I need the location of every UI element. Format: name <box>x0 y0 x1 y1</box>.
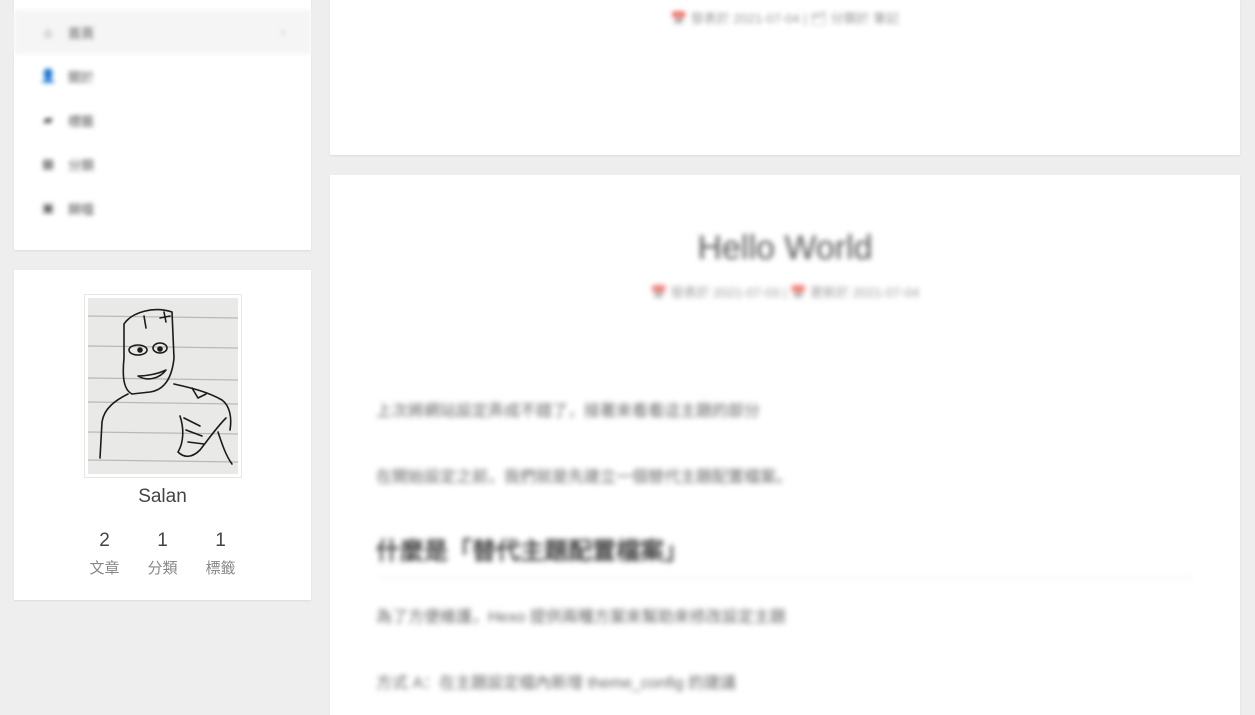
menu-item-about[interactable]: 👤 關於 <box>14 54 311 98</box>
stat-tags[interactable]: 1 標籤 <box>201 530 241 578</box>
menu-item-label: 關於 <box>68 69 95 85</box>
archive-icon: ▣ <box>41 200 55 215</box>
stat-categories[interactable]: 1 分類 <box>143 530 183 578</box>
user-icon: 👤 <box>40 68 57 83</box>
menu-item-categories[interactable]: ▦ 分類 <box>14 142 311 186</box>
author-stats: 2 文章 1 分類 1 標籤 <box>14 530 311 578</box>
stat-label: 文章 <box>89 559 120 577</box>
avatar-drawing <box>87 298 238 474</box>
post-paragraph: 上次將網站設定弄成不錯了，接著來看看這主題的部分 <box>376 403 761 420</box>
post-card-previous: 📅 發表於 2021-07-04 | 🗂 分類於 筆記 <box>330 0 1240 155</box>
menu-item-tags[interactable]: ▰ 標籤 <box>14 98 311 142</box>
menu-item-home[interactable]: ⌂ 首頁 › <box>14 10 311 54</box>
post-meta: 📅 發表於 2021-07-04 | 🗂 分類於 筆記 <box>670 11 900 26</box>
author-card: Salan 2 文章 1 分類 1 標籤 <box>14 270 311 600</box>
menu-item-label: 分類 <box>68 157 95 173</box>
stat-label: 標籤 <box>205 559 236 577</box>
post-paragraph: 在開始設定之前，我們就是先建立一個替代主題配置檔案。 <box>376 469 793 486</box>
stat-label: 分類 <box>147 559 178 577</box>
menu-item-archives[interactable]: ▣ 歸檔 <box>14 186 311 230</box>
chevron-right-icon: › <box>281 25 285 39</box>
post-paragraph: 方式 A：在主題設定檔內新增 theme_config 的建議 <box>376 675 737 692</box>
post-meta: 📅 發表於 2021-07-03 | 📅 更新於 2021-07-04 <box>650 285 920 300</box>
sidebar-menu: ⌂ 首頁 › 👤 關於 ▰ 標籤 ▦ 分類 ▣ 歸檔 <box>14 0 311 230</box>
post-body: 上次將網站設定弄成不錯了，接著來看看這主題的部分 在開始設定之前，我們就是先建立… <box>330 397 1240 693</box>
stat-count: 1 <box>215 530 226 551</box>
tags-icon: ▰ <box>43 112 53 127</box>
stat-count: 1 <box>157 530 168 551</box>
post-title[interactable]: Hello World <box>330 229 1240 268</box>
post-paragraph: 為了方便維護，Hexo 提供兩種方案來幫助來修改設定主題 <box>376 609 786 626</box>
menu-item-label: 首頁 <box>68 25 95 41</box>
stat-posts[interactable]: 2 文章 <box>85 530 125 578</box>
category-icon: ▦ <box>41 156 55 171</box>
home-icon: ⌂ <box>44 24 52 40</box>
stat-count: 2 <box>99 530 110 551</box>
sidebar-menu-panel: ⌂ 首頁 › 👤 關於 ▰ 標籤 ▦ 分類 ▣ 歸檔 <box>14 0 311 250</box>
post-card: Hello World 📅 發表於 2021-07-03 | 📅 更新於 202… <box>330 175 1240 715</box>
author-name: Salan <box>138 486 187 507</box>
menu-item-label: 歸檔 <box>68 201 95 217</box>
post-heading: 什麼是「替代主題配置檔案」 <box>376 531 1194 579</box>
menu-item-label: 標籤 <box>68 113 95 129</box>
avatar[interactable] <box>83 294 242 478</box>
